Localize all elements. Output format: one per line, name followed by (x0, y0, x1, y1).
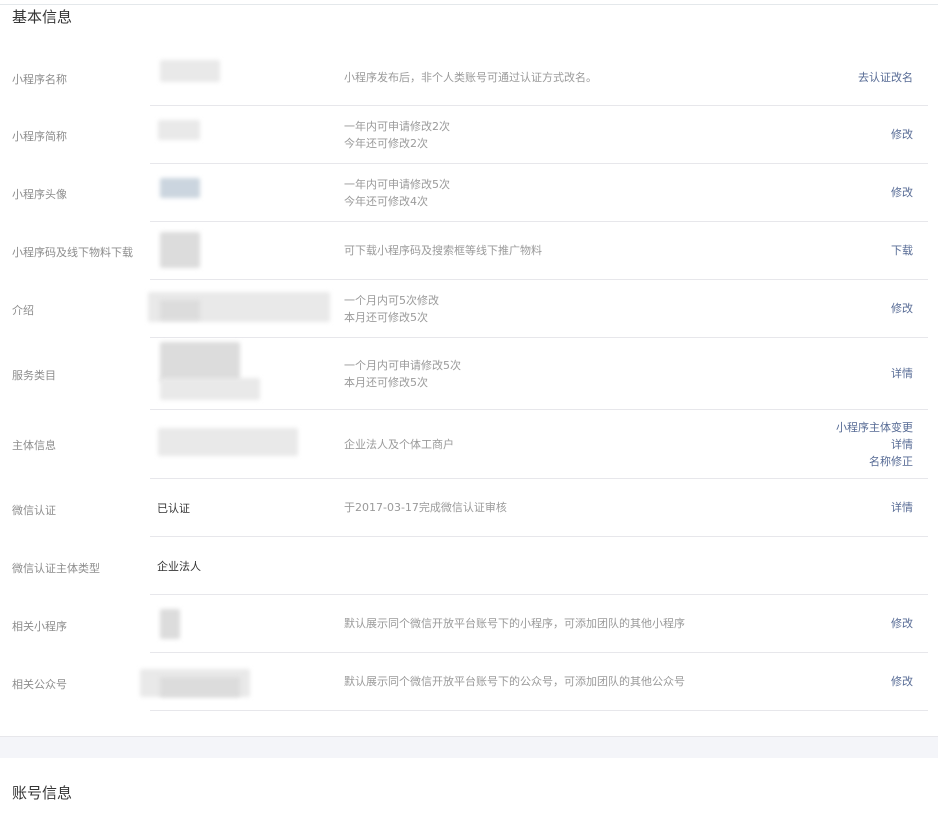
row-cert-type: 微信认证主体类型 企业法人 (0, 537, 938, 595)
redacted-subject (158, 428, 298, 456)
section-separator (0, 736, 938, 758)
top-divider (0, 4, 938, 5)
row-label: 小程序码及线下物料下载 (12, 246, 133, 259)
redacted-name (160, 60, 220, 82)
category-detail-link[interactable]: 详情 (891, 365, 913, 382)
row-avatar: 小程序头像 一年内可申请修改5次 今年还可修改4次 修改 (0, 164, 938, 222)
row-label: 服务类目 (12, 369, 56, 382)
subject-detail-link[interactable]: 详情 (891, 436, 913, 453)
row-name: 小程序名称 小程序发布后，非个人类账号可通过认证方式改名。 去认证改名 (0, 48, 938, 106)
row-label: 小程序简称 (12, 130, 67, 143)
row-label: 相关公众号 (12, 678, 67, 691)
row-label: 主体信息 (12, 439, 56, 452)
row-desc: 默认展示同个微信开放平台账号下的小程序，可添加团队的其他小程序 (344, 617, 685, 630)
rename-link[interactable]: 去认证改名 (858, 69, 913, 86)
redacted-short-name (158, 120, 200, 140)
row-related-oa: 相关公众号 默认展示同个微信开放平台账号下的公众号，可添加团队的其他公众号 修改 (0, 653, 938, 711)
row-category: 服务类目 一个月内可申请修改5次 本月还可修改5次 详情 (0, 338, 938, 410)
row-label: 小程序头像 (12, 188, 67, 201)
section-title-basic: 基本信息 (12, 8, 73, 26)
row-short-name: 小程序简称 一年内可申请修改2次 今年还可修改2次 修改 (0, 106, 938, 164)
row-desc: 一年内可申请修改2次 (344, 120, 450, 133)
edit-related-mp-link[interactable]: 修改 (891, 615, 913, 632)
subject-change-link[interactable]: 小程序主体变更 (836, 419, 913, 436)
edit-intro-link[interactable]: 修改 (891, 300, 913, 317)
row-label: 介绍 (12, 304, 34, 317)
download-link[interactable]: 下载 (891, 242, 913, 259)
row-wx-cert: 微信认证 已认证 于2017-03-17完成微信认证审核 详情 (0, 479, 938, 537)
redacted-intro-detail (160, 300, 200, 320)
name-correction-link[interactable]: 名称修正 (869, 453, 913, 470)
cert-type-value: 企业法人 (157, 560, 201, 573)
row-label: 小程序名称 (12, 73, 67, 86)
row-subject: 主体信息 企业法人及个体工商户 小程序主体变更 详情 名称修正 (0, 410, 938, 479)
avatar-image (160, 178, 200, 198)
row-label: 微信认证主体类型 (12, 562, 100, 575)
row-desc: 于2017-03-17完成微信认证审核 (344, 501, 507, 514)
redacted-category (160, 342, 240, 382)
cert-detail-link[interactable]: 详情 (891, 499, 913, 516)
row-desc: 企业法人及个体工商户 (344, 438, 454, 451)
redacted-related-oa-detail (160, 677, 240, 697)
row-desc-sub: 今年还可修改4次 (344, 195, 428, 208)
row-label: 微信认证 (12, 504, 56, 517)
edit-avatar-link[interactable]: 修改 (891, 184, 913, 201)
row-desc: 小程序发布后，非个人类账号可通过认证方式改名。 (344, 71, 597, 84)
row-related-mp: 相关小程序 默认展示同个微信开放平台账号下的小程序，可添加团队的其他小程序 修改 (0, 595, 938, 653)
redacted-category-detail (160, 378, 260, 400)
row-intro: 介绍 一个月内可5次修改 本月还可修改5次 修改 (0, 280, 938, 338)
row-desc: 可下载小程序码及搜索框等线下推广物料 (344, 244, 542, 257)
row-desc: 默认展示同个微信开放平台账号下的公众号，可添加团队的其他公众号 (344, 675, 685, 688)
section-title-account: 账号信息 (12, 784, 73, 802)
cert-status: 已认证 (157, 502, 190, 515)
row-desc: 一个月内可申请修改5次 (344, 359, 461, 372)
redacted-related-mp (160, 609, 180, 639)
edit-short-name-link[interactable]: 修改 (891, 126, 913, 143)
qrcode-image (160, 232, 200, 268)
row-desc: 一年内可申请修改5次 (344, 178, 450, 191)
row-desc-sub: 今年还可修改2次 (344, 137, 428, 150)
edit-related-oa-link[interactable]: 修改 (891, 673, 913, 690)
basic-info-panel: 小程序名称 小程序发布后，非个人类账号可通过认证方式改名。 去认证改名 小程序简… (0, 48, 938, 711)
row-desc-sub: 本月还可修改5次 (344, 376, 428, 389)
row-label: 相关小程序 (12, 620, 67, 633)
row-qrcode: 小程序码及线下物料下载 可下载小程序码及搜索框等线下推广物料 下载 (0, 222, 938, 280)
row-desc-sub: 本月还可修改5次 (344, 311, 428, 324)
row-divider (150, 710, 928, 711)
row-desc: 一个月内可5次修改 (344, 294, 439, 307)
